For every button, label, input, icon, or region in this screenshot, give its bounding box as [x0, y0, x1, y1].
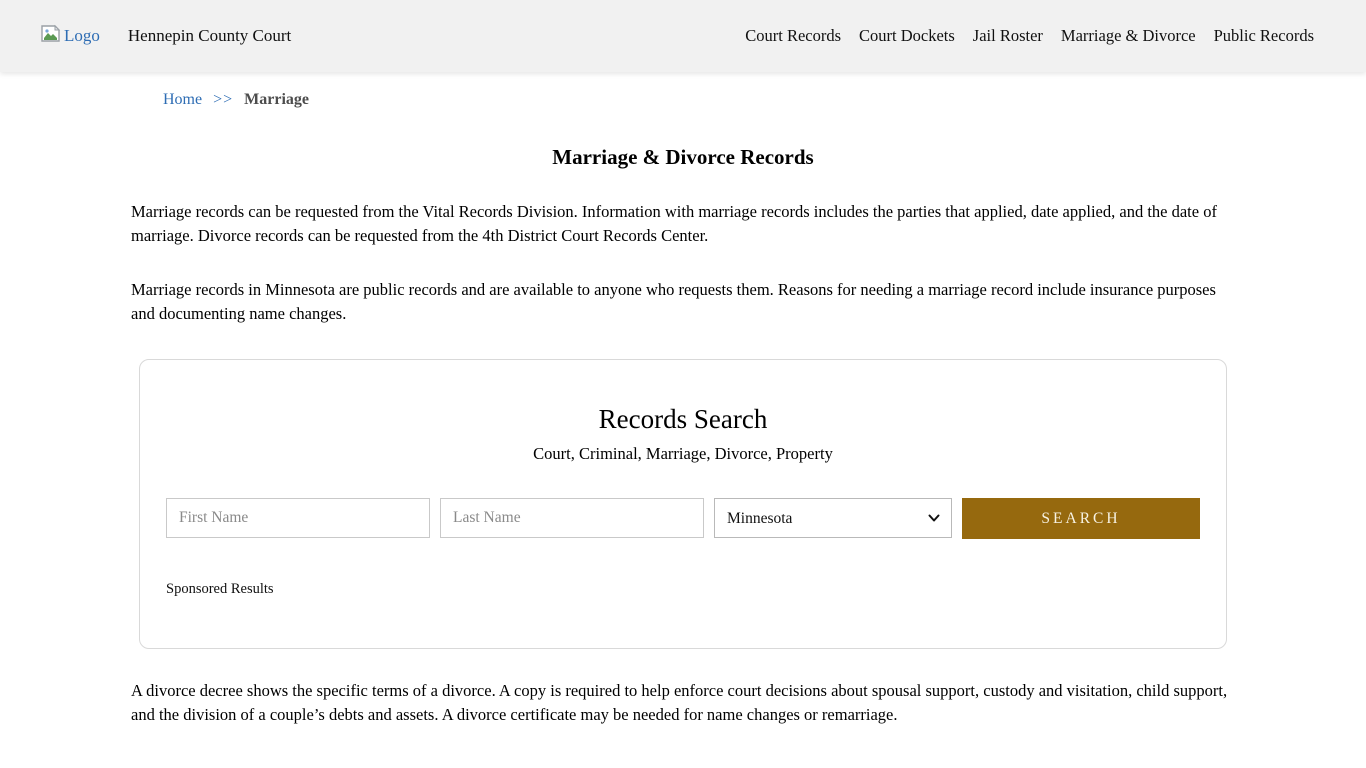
- breadcrumb-home-link[interactable]: Home: [163, 91, 202, 109]
- site-header: Logo Hennepin County Court Court Records…: [0, 0, 1366, 72]
- site-title: Hennepin County Court: [128, 26, 291, 46]
- breadcrumb: Home >> Marriage: [163, 91, 1235, 109]
- sponsored-results-label: Sponsored Results: [166, 581, 1200, 598]
- search-button[interactable]: SEARCH: [962, 498, 1200, 539]
- breadcrumb-current: Marriage: [244, 91, 309, 109]
- records-search-subtitle: Court, Criminal, Marriage, Divorce, Prop…: [166, 444, 1200, 464]
- breadcrumb-separator: >>: [213, 91, 233, 109]
- broken-image-icon: [40, 24, 61, 48]
- records-search-title: Records Search: [166, 404, 1200, 435]
- search-form: Minnesota SEARCH: [166, 498, 1200, 539]
- intro-paragraph: Marriage records can be requested from t…: [131, 200, 1235, 248]
- page-title: Marriage & Divorce Records: [131, 145, 1235, 170]
- nav-public-records[interactable]: Public Records: [1214, 26, 1314, 46]
- page-content: Home >> Marriage Marriage & Divorce Reco…: [131, 91, 1235, 727]
- state-select[interactable]: Minnesota: [714, 498, 952, 538]
- nav-marriage-divorce[interactable]: Marriage & Divorce: [1061, 26, 1196, 46]
- logo-alt-text: Logo: [64, 26, 100, 46]
- divorce-decree-paragraph: A divorce decree shows the specific term…: [131, 679, 1235, 727]
- nav-court-dockets[interactable]: Court Dockets: [859, 26, 955, 46]
- public-records-paragraph: Marriage records in Minnesota are public…: [131, 278, 1235, 326]
- nav-jail-roster[interactable]: Jail Roster: [973, 26, 1043, 46]
- last-name-input[interactable]: [440, 498, 704, 538]
- records-search-panel: Records Search Court, Criminal, Marriage…: [139, 359, 1227, 649]
- state-select-wrapper: Minnesota: [714, 498, 952, 539]
- nav-court-records[interactable]: Court Records: [745, 26, 841, 46]
- site-logo-link[interactable]: Logo: [40, 24, 100, 48]
- first-name-input[interactable]: [166, 498, 430, 538]
- main-nav: Court Records Court Dockets Jail Roster …: [745, 26, 1314, 46]
